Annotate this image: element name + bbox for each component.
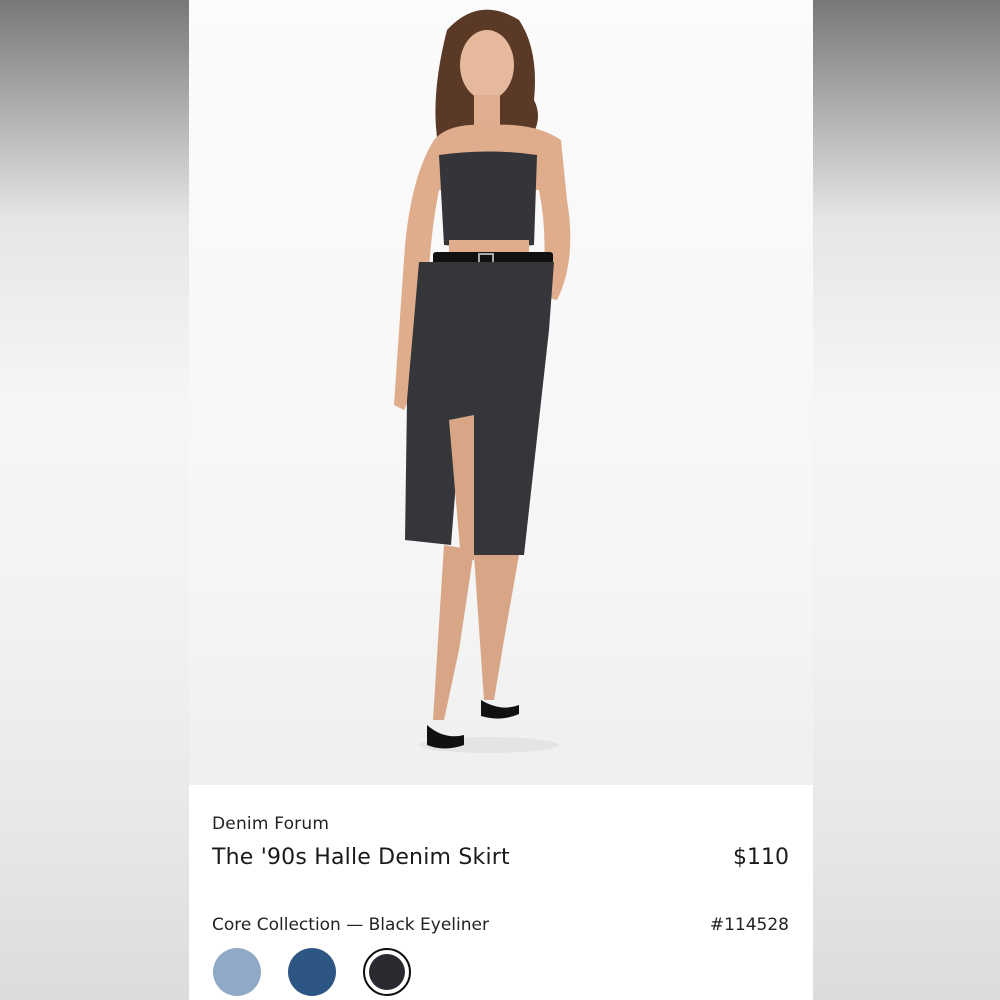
brand-name[interactable]: Denim Forum	[212, 814, 329, 834]
product-sku: #114528	[709, 915, 789, 935]
right-blurred-margin	[813, 0, 1000, 1000]
product-price: $110	[733, 845, 789, 870]
product-title[interactable]: The '90s Halle Denim Skirt	[212, 845, 510, 870]
swatch-dot	[369, 954, 405, 990]
swatch-light-wash[interactable]	[213, 948, 261, 996]
swatch-black-eyeliner[interactable]	[363, 948, 411, 996]
collection-color-label: Core Collection — Black Eyeliner	[212, 915, 489, 935]
swatch-dot	[213, 948, 261, 996]
left-blurred-margin	[0, 0, 189, 1000]
swatch-dot	[288, 948, 336, 996]
product-info: Denim Forum The '90s Halle Denim Skirt $…	[189, 785, 813, 1000]
model-illustration	[394, 9, 571, 753]
product-card: Denim Forum The '90s Halle Denim Skirt $…	[189, 0, 813, 1000]
swatch-mid-wash[interactable]	[288, 948, 336, 996]
product-photo[interactable]	[189, 0, 813, 785]
